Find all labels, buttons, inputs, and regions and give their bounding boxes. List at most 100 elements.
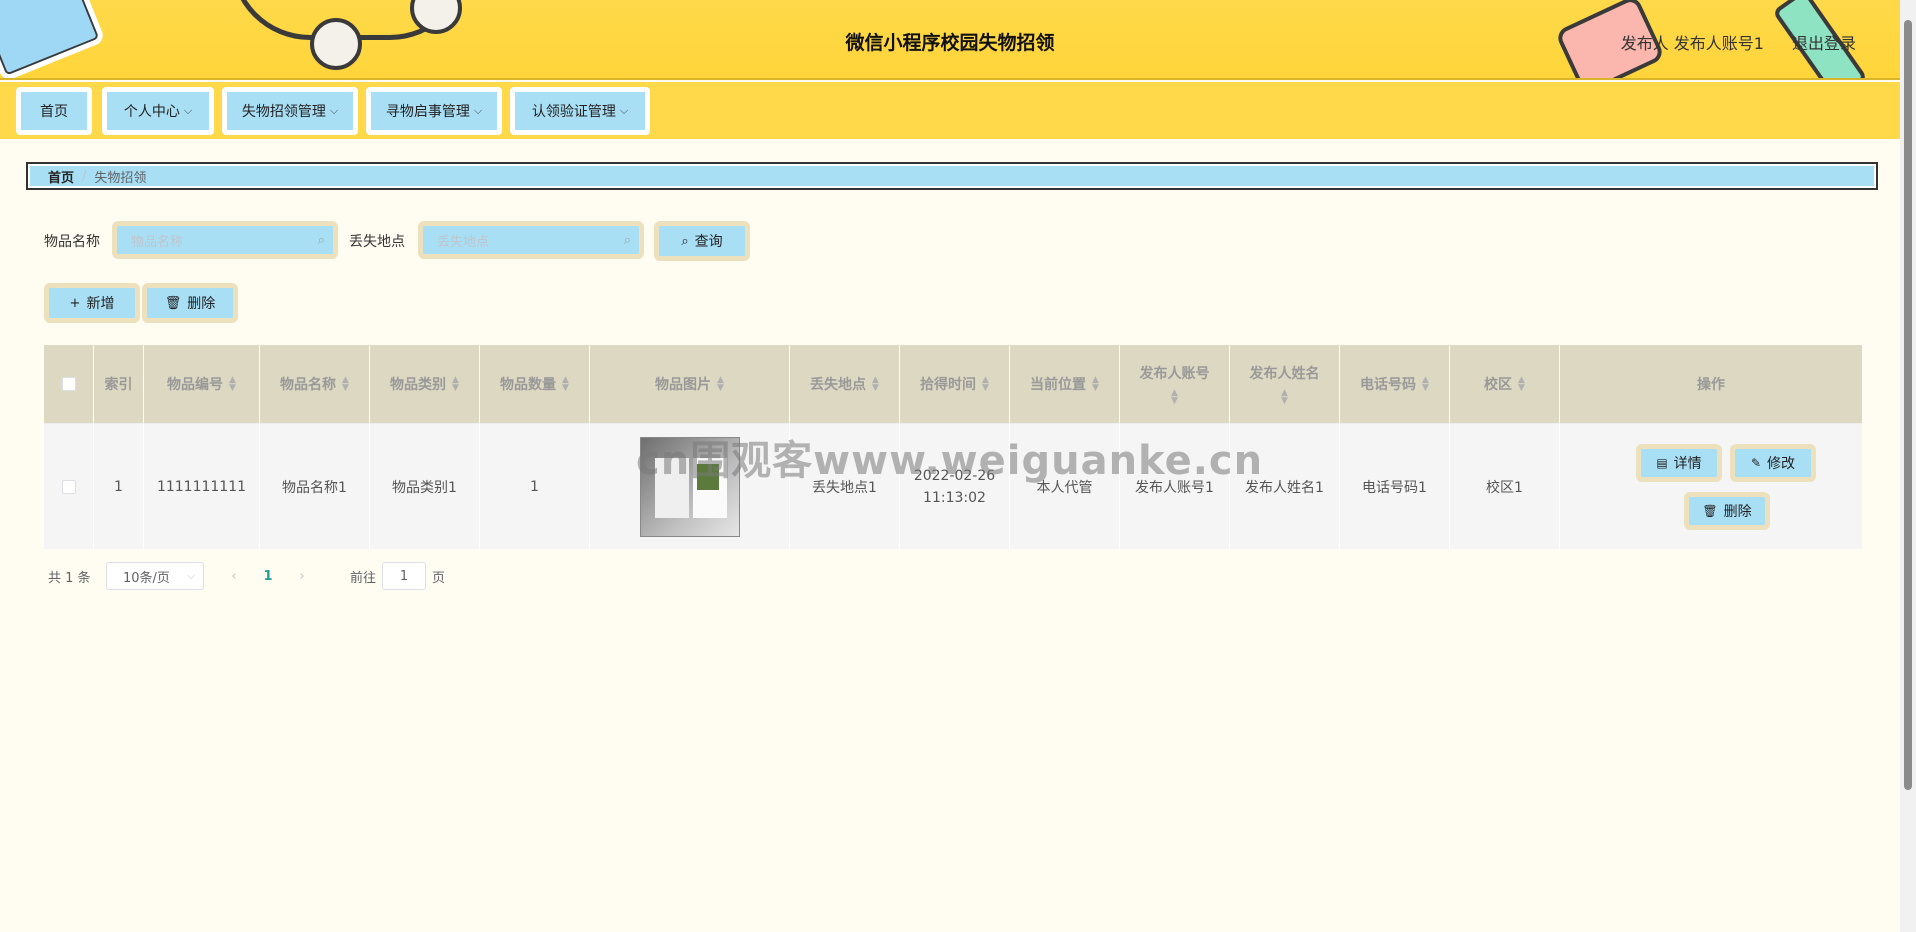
nav-item-personal-center[interactable]: 个人中心 ⌵ — [102, 87, 214, 135]
nav-item-lost-found-management[interactable]: 失物招领管理 ⌵ — [222, 87, 358, 135]
nav-item-label: 个人中心 — [123, 104, 180, 120]
scrollbar-thumb[interactable] — [1904, 20, 1912, 790]
column-header-label: 当前位置 — [1030, 377, 1087, 393]
breadcrumb-separator: / — [82, 168, 87, 184]
item-name-input[interactable]: 物品名称 ⌕ — [112, 221, 338, 259]
sort-icon[interactable]: ▲ ▼ — [342, 376, 349, 393]
pencil-icon: ✎ — [1750, 456, 1762, 470]
sort-icon[interactable]: ▲ ▼ — [1092, 376, 1099, 393]
column-header-label: 物品编号 — [167, 377, 224, 393]
sort-icon[interactable]: ▲ ▼ — [982, 376, 989, 393]
chevron-down-icon: ⌵ — [183, 104, 193, 117]
sort-icon[interactable]: ▲ ▼ — [229, 376, 236, 393]
column-header-label: 物品图片 — [655, 377, 712, 393]
row-delete-button-label: 删除 — [1723, 504, 1752, 520]
column-header-category[interactable]: 物品类别 ▲ ▼ — [370, 345, 480, 423]
column-header-publisher[interactable]: 发布人姓名 ▲ ▼ — [1230, 345, 1340, 423]
column-header-time[interactable]: 拾得时间 ▲ ▼ — [900, 345, 1010, 423]
pagination-nav: ‹ 1 › — [220, 562, 316, 590]
batch-delete-button[interactable]: 🗑 删除 — [142, 283, 238, 323]
query-button[interactable]: ⌕ 查询 — [654, 221, 750, 261]
column-header-label: 物品类别 — [390, 377, 447, 393]
lost-place-placeholder: 丢失地点 — [437, 234, 490, 250]
detail-button-label: 详情 — [1673, 456, 1702, 472]
app-header: 微信小程序校园失物招领 发布人 发布人账号1 退出登录 — [0, 0, 1900, 80]
cell-index: 1 — [94, 423, 144, 549]
detail-button[interactable]: ▤ 详情 — [1636, 444, 1722, 482]
breadcrumb-home[interactable]: 首页 — [48, 167, 74, 186]
sort-icon[interactable]: ▲ ▼ — [1281, 389, 1288, 406]
logout-link[interactable]: 退出登录 — [1792, 30, 1856, 54]
column-header-image[interactable]: 物品图片 ▲ ▼ — [590, 345, 790, 423]
query-button-label: 查询 — [694, 234, 723, 250]
edit-button[interactable]: ✎ 修改 — [1730, 444, 1816, 482]
column-header-name[interactable]: 物品名称 ▲ ▼ — [260, 345, 370, 423]
column-header-label: 操作 — [1697, 377, 1725, 393]
cell-category: 物品类别1 — [370, 423, 480, 549]
page-size-value: 10条/页 — [123, 570, 170, 586]
nav-item-home[interactable]: 首页 — [16, 87, 92, 135]
sort-icon[interactable]: ▲ ▼ — [1422, 376, 1429, 393]
plus-icon: + — [69, 295, 81, 311]
cell-phone: 电话号码1 — [1340, 423, 1450, 549]
watermark: cn围观客www.weiguanke.cn — [636, 438, 1264, 484]
column-header-label: 物品数量 — [500, 377, 557, 393]
column-header-quantity[interactable]: 物品数量 ▲ ▼ — [480, 345, 590, 423]
column-header-label: 发布人姓名 — [1249, 366, 1320, 382]
cell-code: 1111111111 — [144, 423, 260, 549]
column-header-label: 索引 — [104, 377, 133, 393]
next-page-icon[interactable]: › — [288, 569, 316, 584]
sort-icon[interactable]: ▲ ▼ — [452, 376, 459, 393]
column-header-code[interactable]: 物品编号 ▲ ▼ — [144, 345, 260, 423]
sort-icon[interactable]: ▲ ▼ — [562, 376, 569, 393]
column-header-account[interactable]: 发布人账号 ▲ ▼ — [1120, 345, 1230, 423]
chevron-down-icon: ⌵ — [187, 570, 195, 582]
sort-icon[interactable]: ▲ ▼ — [1518, 376, 1525, 393]
column-header-phone[interactable]: 电话号码 ▲ ▼ — [1340, 345, 1450, 423]
prev-page-icon[interactable]: ‹ — [220, 569, 248, 584]
column-header-label: 电话号码 — [1360, 377, 1417, 393]
item-name-label: 物品名称 — [44, 234, 100, 250]
page-number-current[interactable]: 1 — [248, 569, 288, 584]
search-icon: ⌕ — [681, 233, 689, 249]
row-delete-button[interactable]: 🗑 删除 — [1684, 492, 1770, 530]
row-select-cell — [44, 423, 94, 549]
select-all-checkbox[interactable] — [61, 377, 76, 391]
search-icon: ⌕ — [623, 233, 631, 248]
sort-icon[interactable]: ▲ ▼ — [1171, 389, 1178, 406]
goto-label: 前往 — [350, 570, 377, 586]
cell-actions: ▤ 详情 ✎ 修改 🗑 删除 — [1560, 423, 1862, 549]
sort-icon[interactable]: ▲ ▼ — [717, 376, 724, 393]
nav-item-label: 首页 — [40, 104, 68, 120]
sort-icon[interactable]: ▲ ▼ — [872, 376, 879, 393]
chevron-down-icon: ⌵ — [619, 104, 629, 117]
current-user: 发布人 发布人账号1 — [1620, 34, 1764, 53]
nav-item-claim-verification-management[interactable]: 认领验证管理 ⌵ — [510, 87, 650, 135]
vertical-scrollbar[interactable] — [1900, 0, 1916, 932]
lost-place-input[interactable]: 丢失地点 ⌕ — [418, 221, 644, 259]
document-icon: ▤ — [1656, 456, 1668, 470]
nav-item-lost-notice-management[interactable]: 寻物启事管理 ⌵ — [366, 87, 502, 135]
column-header-place[interactable]: 丢失地点 ▲ ▼ — [790, 345, 900, 423]
table-header: 索引 物品编号 ▲ ▼ 物品名称 ▲ ▼ 物品类别 ▲ ▼ 物品数量 ▲ ▼ 物品图片 ▲ ▼ 丢失… — [44, 345, 1862, 423]
cell-quantity: 1 — [480, 423, 590, 549]
page-size-select[interactable]: 10条/页 ⌵ — [106, 562, 204, 590]
column-header-campus[interactable]: 校区 ▲ ▼ — [1450, 345, 1560, 423]
add-button[interactable]: + 新增 — [44, 283, 140, 323]
goto-suffix: 页 — [432, 570, 446, 586]
column-header-label: 校区 — [1484, 377, 1513, 393]
pagination-total: 共 1 条 — [48, 570, 91, 586]
breadcrumb-current: 失物招领 — [94, 170, 147, 186]
column-header-index: 索引 — [94, 345, 144, 423]
lost-place-label: 丢失地点 — [349, 234, 405, 250]
add-button-label: 新增 — [86, 296, 115, 312]
column-header-position[interactable]: 当前位置 ▲ ▼ — [1010, 345, 1120, 423]
cell-time-clock: 11:13:02 — [923, 489, 986, 506]
nav-item-label: 认领验证管理 — [531, 104, 616, 120]
column-header-label: 发布人账号 — [1139, 366, 1210, 382]
nav-item-label: 寻物启事管理 — [385, 104, 470, 120]
breadcrumb: 首页 / 失物招领 — [26, 162, 1878, 190]
row-checkbox[interactable] — [61, 479, 76, 494]
goto-page-input[interactable]: 1 — [382, 562, 426, 590]
column-header-label: 丢失地点 — [810, 377, 867, 393]
